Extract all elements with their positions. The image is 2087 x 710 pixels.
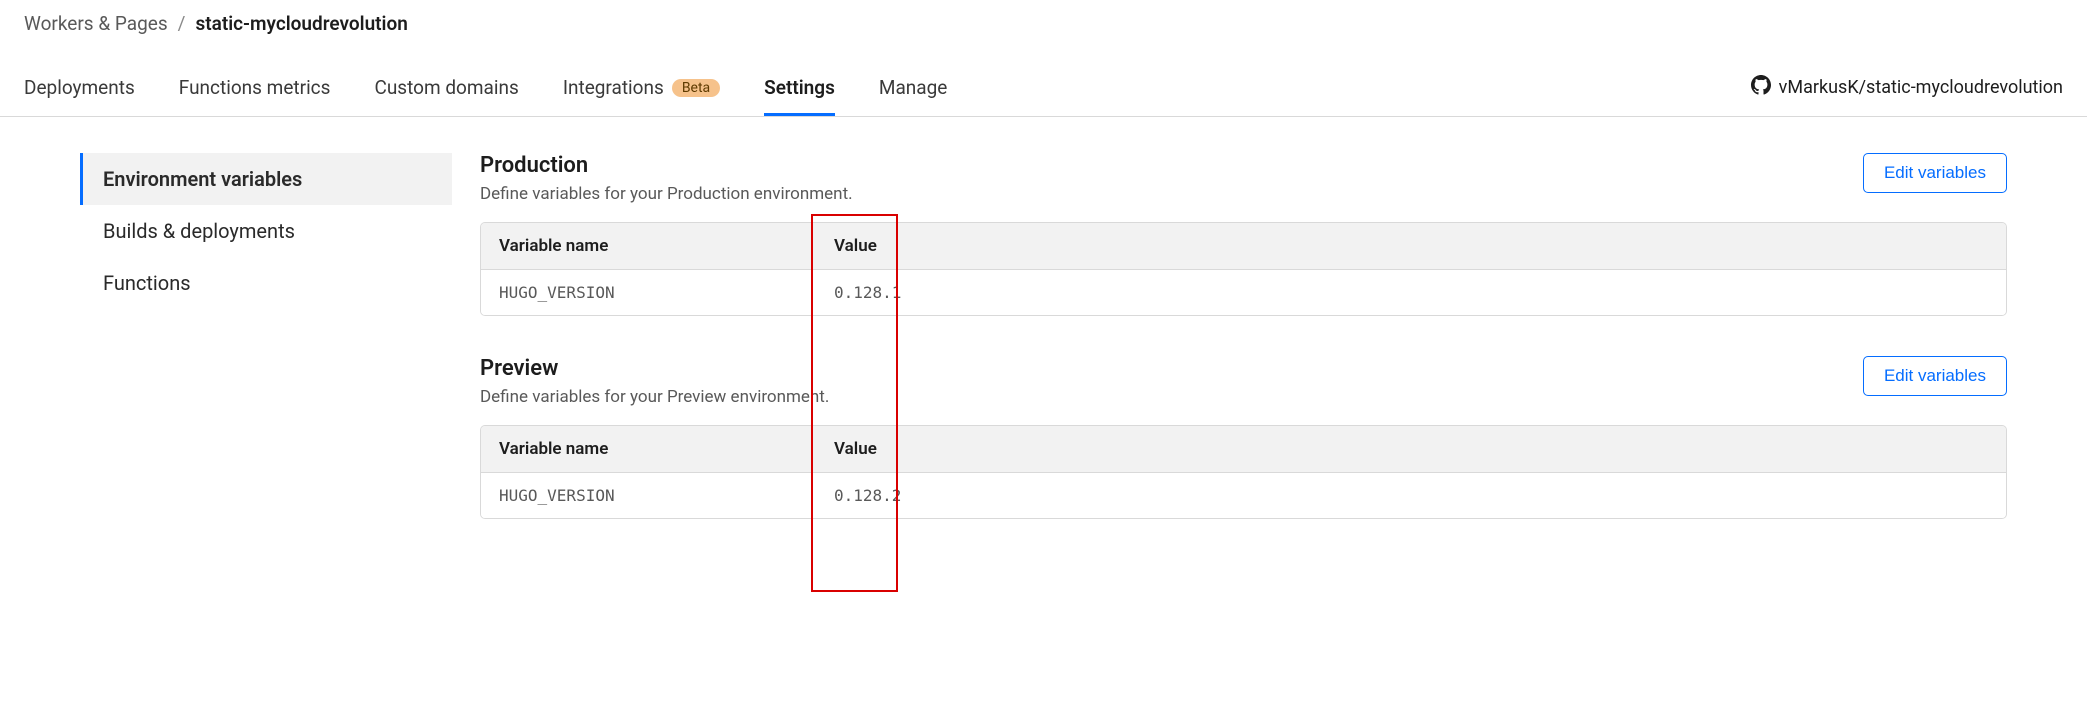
production-var-name: HUGO_VERSION	[481, 270, 816, 315]
edit-variables-production-button[interactable]: Edit variables	[1863, 153, 2007, 193]
sidenav-item-builds[interactable]: Builds & deployments	[80, 205, 452, 257]
edit-variables-preview-button[interactable]: Edit variables	[1863, 356, 2007, 396]
breadcrumb: Workers & Pages / static-mycloudrevoluti…	[0, 0, 2087, 35]
tab-custom-domains[interactable]: Custom domains	[374, 59, 518, 116]
sidenav-item-env-vars[interactable]: Environment variables	[80, 153, 452, 205]
sidenav-item-functions[interactable]: Functions	[80, 257, 452, 309]
preview-variables-table: Variable name Value HUGO_VERSION 0.128.2	[480, 425, 2007, 519]
production-var-value: 0.128.1	[816, 270, 2006, 315]
production-variables-table: Variable name Value HUGO_VERSION 0.128.1	[480, 222, 2007, 316]
tab-functions-metrics[interactable]: Functions metrics	[179, 59, 331, 116]
beta-badge: Beta	[672, 79, 720, 97]
production-col-value-header: Value	[816, 223, 2006, 269]
preview-col-name-header: Variable name	[481, 426, 816, 472]
breadcrumb-current: static-mycloudrevolution	[195, 12, 407, 35]
preview-desc: Define variables for your Preview enviro…	[480, 387, 829, 407]
tab-manage[interactable]: Manage	[879, 59, 948, 116]
tab-integrations[interactable]: Integrations Beta	[563, 59, 720, 116]
github-repo-link[interactable]: vMarkusK/static-mycloudrevolution	[1751, 75, 2063, 100]
table-row: HUGO_VERSION 0.128.2	[481, 473, 2006, 518]
breadcrumb-separator: /	[178, 12, 186, 35]
production-desc: Define variables for your Production env…	[480, 184, 853, 204]
section-production: Production Define variables for your Pro…	[480, 153, 2007, 316]
tab-integrations-label: Integrations	[563, 76, 664, 99]
table-row: HUGO_VERSION 0.128.1	[481, 270, 2006, 315]
github-repo-label: vMarkusK/static-mycloudrevolution	[1779, 77, 2063, 98]
preview-var-value: 0.128.2	[816, 473, 2006, 518]
github-icon	[1751, 75, 1771, 100]
production-title: Production	[480, 153, 853, 178]
breadcrumb-parent[interactable]: Workers & Pages	[24, 12, 168, 35]
tab-bar: Deployments Functions metrics Custom dom…	[0, 59, 2087, 117]
production-col-name-header: Variable name	[481, 223, 816, 269]
preview-var-name: HUGO_VERSION	[481, 473, 816, 518]
preview-title: Preview	[480, 356, 829, 381]
settings-sidenav: Environment variables Builds & deploymen…	[0, 153, 480, 559]
tab-settings[interactable]: Settings	[764, 59, 835, 116]
section-preview: Preview Define variables for your Previe…	[480, 356, 2007, 519]
tab-deployments[interactable]: Deployments	[24, 59, 135, 116]
preview-col-value-header: Value	[816, 426, 2006, 472]
